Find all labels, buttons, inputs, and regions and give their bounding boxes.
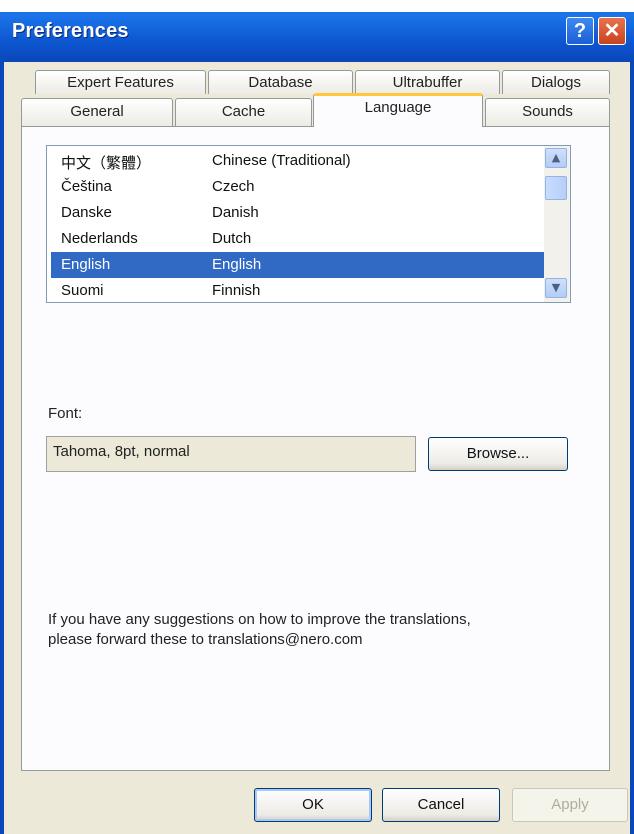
window-title: Preferences bbox=[12, 20, 129, 42]
tab-expert-features[interactable]: Expert Features bbox=[35, 70, 206, 94]
language-english-name: Czech bbox=[212, 178, 255, 195]
tab-ultrabuffer[interactable]: Ultrabuffer bbox=[355, 70, 500, 94]
language-native-name: Danske bbox=[61, 204, 112, 221]
cancel-button[interactable]: Cancel bbox=[382, 788, 500, 822]
ok-button[interactable]: OK bbox=[254, 788, 372, 822]
tab-language[interactable]: Language bbox=[313, 93, 483, 127]
suggestion-text-line-2: please forward these to translations@ner… bbox=[48, 631, 363, 648]
scrollbar-thumb[interactable] bbox=[545, 176, 567, 200]
language-native-name: Suomi bbox=[61, 282, 104, 299]
help-icon: ? bbox=[573, 20, 587, 42]
language-english-name: English bbox=[212, 256, 262, 273]
font-value: Tahoma, 8pt, normal bbox=[53, 443, 190, 460]
scroll-up-button[interactable]: ▲ bbox=[545, 148, 567, 168]
list-item-selected[interactable]: English English bbox=[51, 252, 544, 278]
chevron-up-icon: ▲ bbox=[551, 151, 561, 164]
language-native-name: Čeština bbox=[61, 178, 112, 195]
tab-cache[interactable]: Cache bbox=[175, 98, 312, 126]
close-button[interactable]: ✕ bbox=[598, 17, 626, 45]
font-label: Font: bbox=[48, 405, 83, 422]
tab-general[interactable]: General bbox=[21, 98, 173, 126]
chevron-down-icon: ▼ bbox=[551, 281, 561, 294]
font-field: Tahoma, 8pt, normal bbox=[46, 436, 416, 472]
browse-button[interactable]: Browse... bbox=[428, 437, 568, 471]
suggestion-text-line-1: If you have any suggestions on how to im… bbox=[48, 611, 471, 628]
language-native-name: Nederlands bbox=[61, 230, 138, 247]
language-english-name: Danish bbox=[212, 204, 259, 221]
apply-button[interactable]: Apply bbox=[512, 788, 628, 822]
language-list[interactable]: 中文（繁體） Chinese (Traditional) Čeština Cze… bbox=[46, 145, 571, 303]
help-button[interactable]: ? bbox=[566, 17, 594, 45]
language-native-name: 中文（繁體） bbox=[61, 155, 152, 172]
preferences-window: Preferences ? ✕ Expert Features Database… bbox=[0, 0, 634, 834]
language-list-scrollbar[interactable]: ▲ ▼ bbox=[544, 146, 570, 302]
list-item[interactable]: Čeština Czech bbox=[51, 174, 544, 200]
list-item[interactable]: Danske Danish bbox=[51, 200, 544, 226]
language-english-name: Finnish bbox=[212, 282, 261, 299]
tab-dialogs[interactable]: Dialogs bbox=[502, 70, 610, 94]
language-native-name: English bbox=[61, 256, 111, 273]
language-english-name: Dutch bbox=[212, 230, 252, 247]
tab-sounds[interactable]: Sounds bbox=[485, 98, 610, 126]
list-item[interactable]: Suomi Finnish bbox=[51, 278, 544, 302]
language-english-name: Chinese (Traditional) bbox=[212, 152, 351, 169]
list-item[interactable]: 中文（繁體） Chinese (Traditional) bbox=[51, 148, 544, 174]
list-item[interactable]: Nederlands Dutch bbox=[51, 226, 544, 252]
scroll-down-button[interactable]: ▼ bbox=[545, 278, 567, 298]
close-icon: ✕ bbox=[603, 20, 621, 42]
window-frame-right bbox=[630, 62, 634, 834]
tab-database[interactable]: Database bbox=[208, 70, 353, 94]
title-bar[interactable]: Preferences ? ✕ bbox=[0, 0, 634, 62]
